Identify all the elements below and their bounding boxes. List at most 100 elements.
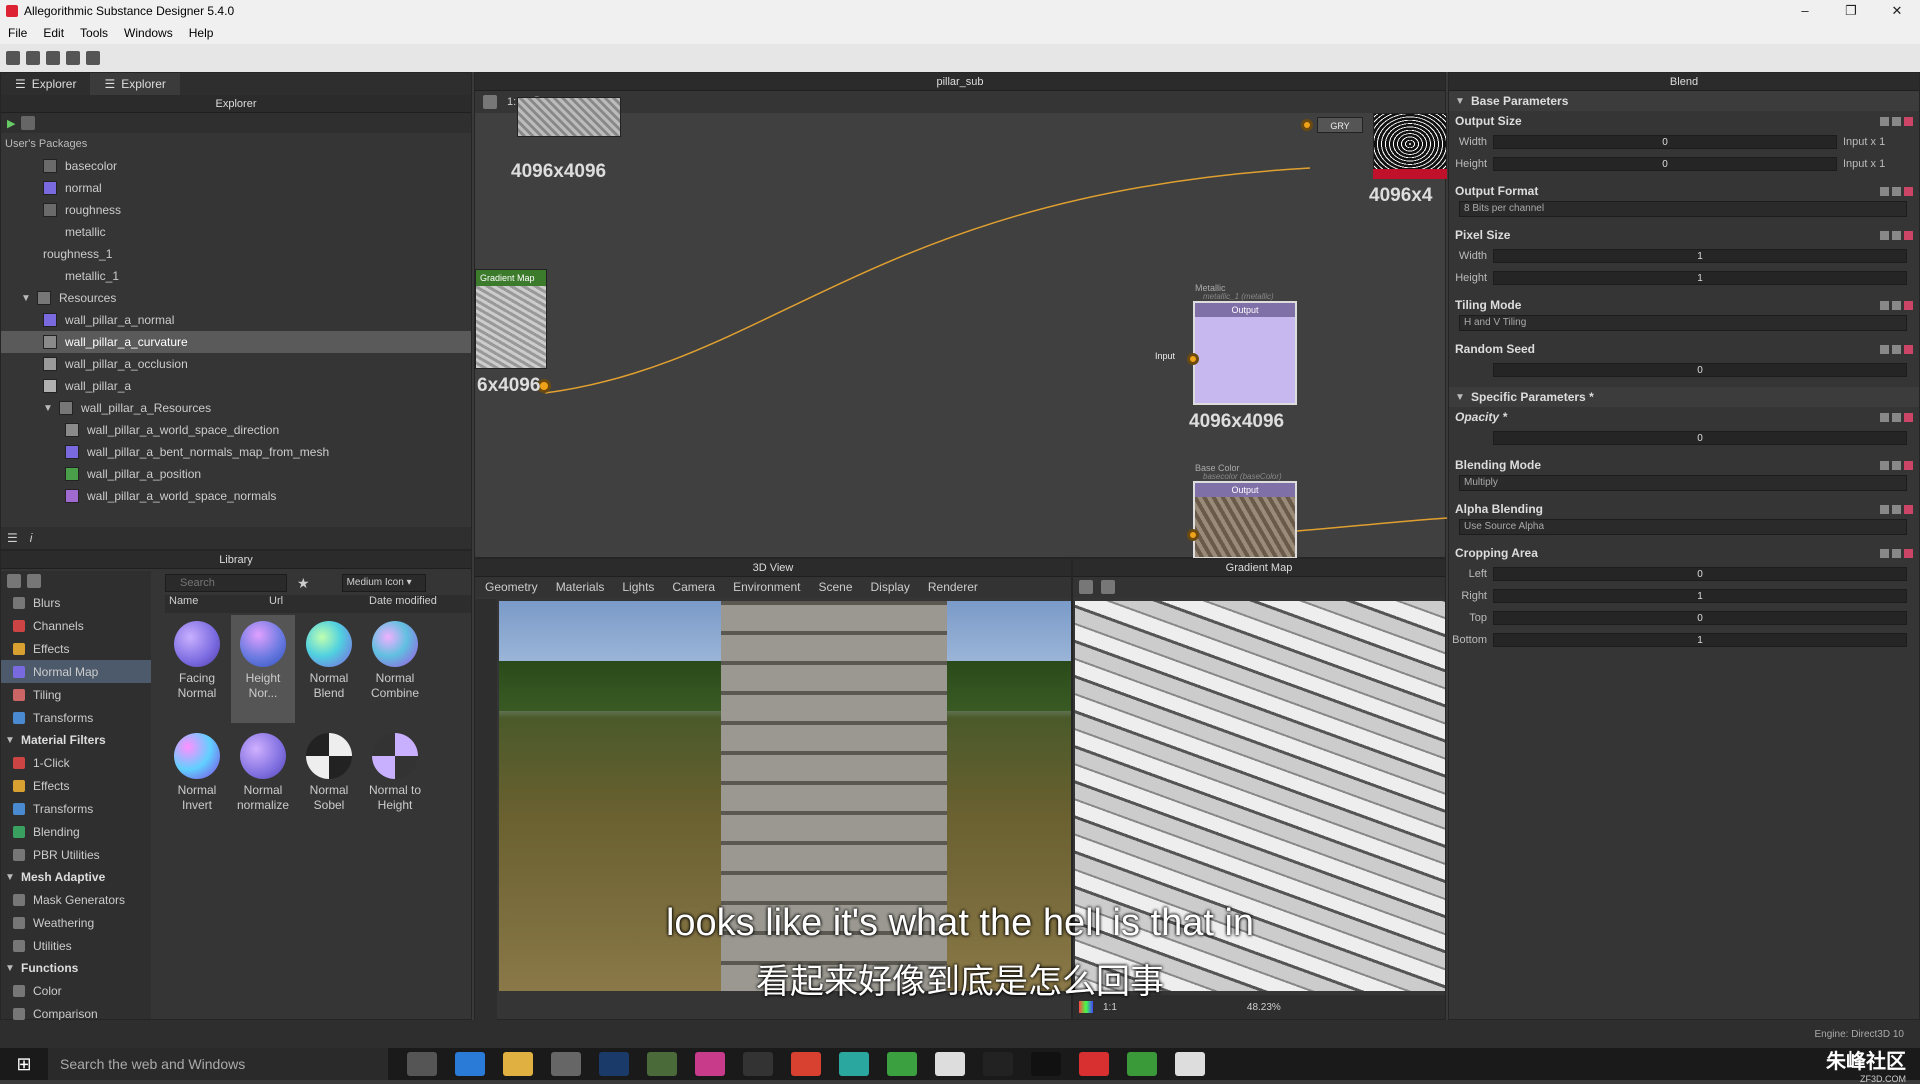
parameter-options-icon[interactable]	[1880, 460, 1919, 470]
tree-icon[interactable]: ☰	[7, 531, 18, 545]
store-icon[interactable]	[551, 1052, 581, 1076]
close-button[interactable]: ✕	[1874, 3, 1920, 19]
app-icon[interactable]	[1175, 1052, 1205, 1076]
unreal-engine-icon[interactable]	[1031, 1052, 1061, 1076]
gry-input-port[interactable]	[1301, 119, 1313, 131]
tab-explorer-1[interactable]: ☰ Explorer	[1, 73, 90, 95]
substance-designer-icon[interactable]	[1079, 1052, 1109, 1076]
category-item[interactable]: Weathering	[1, 911, 151, 934]
basecolor-output-node[interactable]: Output	[1193, 481, 1297, 559]
gradient-map-node[interactable]: Gradient Map	[475, 269, 547, 369]
tree-item[interactable]: wall_pillar_a_position	[1, 463, 471, 485]
category-item[interactable]: Transforms	[1, 706, 151, 729]
parameter-options-icon[interactable]	[1880, 412, 1919, 422]
property-dropdown[interactable]: H and V Tiling	[1459, 315, 1907, 331]
col-date[interactable]: Date modified	[365, 595, 471, 613]
tree-item[interactable]: roughness	[1, 199, 471, 221]
tree-item[interactable]: wall_pillar_a_normal	[1, 309, 471, 331]
maximize-button[interactable]: ❐	[1828, 3, 1874, 19]
property-dropdown[interactable]: 8 Bits per channel	[1459, 201, 1907, 217]
category-item[interactable]: Transforms	[1, 797, 151, 820]
property-slider[interactable]: 1	[1493, 249, 1907, 263]
library-node-item[interactable]: Normal Combine	[363, 615, 427, 701]
property-slider[interactable]: 0	[1493, 567, 1907, 581]
menu-geometry[interactable]: Geometry	[485, 580, 538, 594]
category-item[interactable]: Blurs	[1, 591, 151, 614]
task-view-icon[interactable]	[407, 1052, 437, 1076]
tree-item[interactable]: roughness_1	[1, 243, 471, 265]
tree-item[interactable]: wall_pillar_a_world_space_direction	[1, 419, 471, 441]
new-icon[interactable]	[6, 51, 20, 65]
play-icon[interactable]: ▶	[7, 117, 15, 130]
tree-item[interactable]: wall_pillar_a_world_space_normals	[1, 485, 471, 507]
redo-icon[interactable]	[86, 51, 100, 65]
input-port[interactable]	[1187, 353, 1199, 365]
property-dropdown[interactable]: Multiply	[1459, 475, 1907, 491]
menu-edit[interactable]: Edit	[35, 26, 72, 40]
property-slider[interactable]: 1	[1493, 589, 1907, 603]
category-item[interactable]: PBR Utilities	[1, 843, 151, 866]
library-node-item[interactable]: Normal Invert	[165, 727, 229, 813]
property-suffix[interactable]: Input x 1	[1837, 136, 1919, 148]
parameter-options-icon[interactable]	[1880, 230, 1919, 240]
property-group[interactable]: ▼ Specific Parameters *	[1449, 387, 1919, 407]
property-slider[interactable]: 1	[1493, 633, 1907, 647]
library-node-item[interactable]: Height Nor...	[231, 615, 295, 723]
expand-caret-icon[interactable]: ▼	[21, 293, 31, 304]
tree-item[interactable]: metallic	[1, 221, 471, 243]
expand-caret-icon[interactable]: ▼	[5, 872, 15, 883]
expand-caret-icon[interactable]: ▼	[43, 403, 53, 414]
category-item[interactable]: Channels	[1, 614, 151, 637]
menu-display[interactable]: Display	[871, 580, 910, 594]
menu-lights[interactable]: Lights	[622, 580, 654, 594]
menu-help[interactable]: Help	[181, 26, 222, 40]
property-slider[interactable]: 0	[1493, 135, 1837, 149]
property-dropdown[interactable]: Use Source Alpha	[1459, 519, 1907, 535]
expand-caret-icon[interactable]: ▼	[1455, 392, 1465, 403]
save-icon[interactable]	[21, 116, 36, 130]
category-item[interactable]: Effects	[1, 637, 151, 660]
app-icon[interactable]	[935, 1052, 965, 1076]
library-node-item[interactable]: Normal Sobel	[297, 727, 361, 813]
parameter-options-icon[interactable]	[1880, 186, 1919, 196]
expand-caret-icon[interactable]: ▼	[5, 735, 15, 746]
taskbar-search[interactable]: Search the web and Windows	[48, 1048, 388, 1080]
view-mode-select[interactable]: Medium Icon ▾	[341, 574, 426, 592]
col-url[interactable]: Url	[265, 595, 365, 613]
parameter-options-icon[interactable]	[1880, 344, 1919, 354]
frame-icon[interactable]	[483, 95, 497, 109]
undo-icon[interactable]	[66, 51, 80, 65]
filter-icon[interactable]	[7, 574, 21, 588]
open-icon[interactable]	[26, 51, 40, 65]
col-name[interactable]: Name	[165, 595, 265, 613]
tree-folder[interactable]: ▼ Resources	[1, 287, 471, 309]
edge-icon[interactable]	[455, 1052, 485, 1076]
category-item[interactable]: Mask Generators	[1, 888, 151, 911]
itunes-icon[interactable]	[695, 1052, 725, 1076]
file-explorer-icon[interactable]	[503, 1052, 533, 1076]
tree-item[interactable]: metallic_1	[1, 265, 471, 287]
property-slider[interactable]: 0	[1493, 611, 1907, 625]
menu-materials[interactable]: Materials	[556, 580, 605, 594]
menu-environment[interactable]: Environment	[733, 580, 800, 594]
category-header[interactable]: ▼ Functions	[1, 957, 151, 979]
tree-folder[interactable]: ▼ wall_pillar_a_Resources	[1, 397, 471, 419]
parameter-options-icon[interactable]	[1880, 116, 1919, 126]
library-node-item[interactable]: Facing Normal	[165, 615, 229, 701]
app-icon[interactable]	[647, 1052, 677, 1076]
library-node-item[interactable]: Normal normalize	[231, 727, 295, 813]
menu-renderer[interactable]: Renderer	[928, 580, 978, 594]
app-icon[interactable]	[983, 1052, 1013, 1076]
chrome-icon[interactable]	[791, 1052, 821, 1076]
ratio-button[interactable]: 1:1	[1103, 1002, 1117, 1013]
menu-camera[interactable]: Camera	[672, 580, 715, 594]
tree-item[interactable]: normal	[1, 177, 471, 199]
menu-windows[interactable]: Windows	[116, 26, 181, 40]
gry-node[interactable]: GRY	[1317, 117, 1363, 133]
app-icon[interactable]	[887, 1052, 917, 1076]
tree-item[interactable]: wall_pillar_a	[1, 375, 471, 397]
tree-item[interactable]: wall_pillar_a_curvature	[1, 331, 471, 353]
minimize-button[interactable]: –	[1782, 3, 1828, 19]
tab-explorer-2[interactable]: ☰ Explorer	[90, 73, 180, 95]
parameter-options-icon[interactable]	[1880, 504, 1919, 514]
